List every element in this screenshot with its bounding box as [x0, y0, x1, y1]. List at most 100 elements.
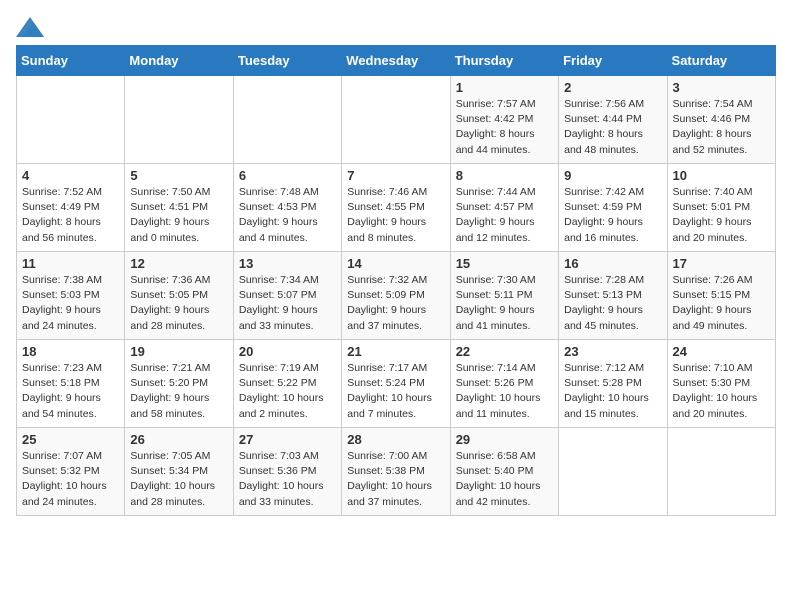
day-number: 6	[239, 168, 336, 183]
column-header-wednesday: Wednesday	[342, 46, 450, 76]
day-number: 27	[239, 432, 336, 447]
day-info: Sunrise: 7:32 AM Sunset: 5:09 PM Dayligh…	[347, 273, 444, 334]
day-number: 20	[239, 344, 336, 359]
day-number: 2	[564, 80, 661, 95]
day-number: 26	[130, 432, 227, 447]
day-info: Sunrise: 7:56 AM Sunset: 4:44 PM Dayligh…	[564, 97, 661, 158]
calendar-cell: 12 Sunrise: 7:36 AM Sunset: 5:05 PM Dayli…	[125, 252, 233, 340]
calendar-cell: 4 Sunrise: 7:52 AM Sunset: 4:49 PM Daylig…	[17, 164, 125, 252]
calendar-cell: 17 Sunrise: 7:26 AM Sunset: 5:15 PM Dayli…	[667, 252, 775, 340]
day-info: Sunrise: 7:48 AM Sunset: 4:53 PM Dayligh…	[239, 185, 336, 246]
day-number: 19	[130, 344, 227, 359]
column-header-monday: Monday	[125, 46, 233, 76]
day-info: Sunrise: 7:21 AM Sunset: 5:20 PM Dayligh…	[130, 361, 227, 422]
day-info: Sunrise: 7:34 AM Sunset: 5:07 PM Dayligh…	[239, 273, 336, 334]
calendar-cell	[233, 76, 341, 164]
day-info: Sunrise: 7:30 AM Sunset: 5:11 PM Dayligh…	[456, 273, 553, 334]
calendar-cell: 23 Sunrise: 7:12 AM Sunset: 5:28 PM Dayli…	[559, 340, 667, 428]
day-info: Sunrise: 7:19 AM Sunset: 5:22 PM Dayligh…	[239, 361, 336, 422]
calendar-cell: 22 Sunrise: 7:14 AM Sunset: 5:26 PM Dayli…	[450, 340, 558, 428]
day-info: Sunrise: 7:07 AM Sunset: 5:32 PM Dayligh…	[22, 449, 119, 510]
day-info: Sunrise: 7:28 AM Sunset: 5:13 PM Dayligh…	[564, 273, 661, 334]
day-info: Sunrise: 7:52 AM Sunset: 4:49 PM Dayligh…	[22, 185, 119, 246]
calendar-cell: 10 Sunrise: 7:40 AM Sunset: 5:01 PM Dayli…	[667, 164, 775, 252]
day-number: 21	[347, 344, 444, 359]
day-info: Sunrise: 7:23 AM Sunset: 5:18 PM Dayligh…	[22, 361, 119, 422]
day-number: 16	[564, 256, 661, 271]
column-header-tuesday: Tuesday	[233, 46, 341, 76]
day-number: 8	[456, 168, 553, 183]
day-number: 15	[456, 256, 553, 271]
day-number: 11	[22, 256, 119, 271]
day-info: Sunrise: 7:03 AM Sunset: 5:36 PM Dayligh…	[239, 449, 336, 510]
calendar-cell: 25 Sunrise: 7:07 AM Sunset: 5:32 PM Dayli…	[17, 428, 125, 516]
calendar-cell: 11 Sunrise: 7:38 AM Sunset: 5:03 PM Dayli…	[17, 252, 125, 340]
day-info: Sunrise: 7:40 AM Sunset: 5:01 PM Dayligh…	[673, 185, 770, 246]
calendar-cell	[342, 76, 450, 164]
column-header-friday: Friday	[559, 46, 667, 76]
day-info: Sunrise: 7:26 AM Sunset: 5:15 PM Dayligh…	[673, 273, 770, 334]
day-number: 22	[456, 344, 553, 359]
column-header-saturday: Saturday	[667, 46, 775, 76]
calendar-cell: 8 Sunrise: 7:44 AM Sunset: 4:57 PM Daylig…	[450, 164, 558, 252]
day-info: Sunrise: 7:17 AM Sunset: 5:24 PM Dayligh…	[347, 361, 444, 422]
day-info: Sunrise: 7:14 AM Sunset: 5:26 PM Dayligh…	[456, 361, 553, 422]
day-info: Sunrise: 7:42 AM Sunset: 4:59 PM Dayligh…	[564, 185, 661, 246]
day-info: Sunrise: 7:00 AM Sunset: 5:38 PM Dayligh…	[347, 449, 444, 510]
day-number: 25	[22, 432, 119, 447]
calendar-cell: 1Sunrise: 7:57 AM Sunset: 4:42 PM Daylig…	[450, 76, 558, 164]
day-info: Sunrise: 7:12 AM Sunset: 5:28 PM Dayligh…	[564, 361, 661, 422]
calendar-body: 1Sunrise: 7:57 AM Sunset: 4:42 PM Daylig…	[17, 76, 776, 516]
day-number: 24	[673, 344, 770, 359]
day-info: Sunrise: 7:50 AM Sunset: 4:51 PM Dayligh…	[130, 185, 227, 246]
calendar-cell: 2 Sunrise: 7:56 AM Sunset: 4:44 PM Daylig…	[559, 76, 667, 164]
day-number: 23	[564, 344, 661, 359]
day-number: 3	[673, 80, 770, 95]
day-number: 14	[347, 256, 444, 271]
week-row-3: 11 Sunrise: 7:38 AM Sunset: 5:03 PM Dayli…	[17, 252, 776, 340]
calendar-cell: 3 Sunrise: 7:54 AM Sunset: 4:46 PM Daylig…	[667, 76, 775, 164]
calendar-cell: 7Sunrise: 7:46 AM Sunset: 4:55 PM Daylig…	[342, 164, 450, 252]
calendar-cell: 5 Sunrise: 7:50 AM Sunset: 4:51 PM Daylig…	[125, 164, 233, 252]
day-number: 18	[22, 344, 119, 359]
calendar-cell	[667, 428, 775, 516]
day-number: 7	[347, 168, 444, 183]
calendar-cell: 14 Sunrise: 7:32 AM Sunset: 5:09 PM Dayli…	[342, 252, 450, 340]
day-info: Sunrise: 7:38 AM Sunset: 5:03 PM Dayligh…	[22, 273, 119, 334]
day-number: 17	[673, 256, 770, 271]
column-header-thursday: Thursday	[450, 46, 558, 76]
day-info: Sunrise: 7:05 AM Sunset: 5:34 PM Dayligh…	[130, 449, 227, 510]
day-number: 13	[239, 256, 336, 271]
logo-icon	[16, 17, 44, 37]
day-info: Sunrise: 7:36 AM Sunset: 5:05 PM Dayligh…	[130, 273, 227, 334]
calendar-cell: 29 Sunrise: 6:58 AM Sunset: 5:40 PM Dayli…	[450, 428, 558, 516]
calendar-header-row: SundayMondayTuesdayWednesdayThursdayFrid…	[17, 46, 776, 76]
calendar-cell: 18 Sunrise: 7:23 AM Sunset: 5:18 PM Dayli…	[17, 340, 125, 428]
day-info: Sunrise: 7:54 AM Sunset: 4:46 PM Dayligh…	[673, 97, 770, 158]
calendar-table: SundayMondayTuesdayWednesdayThursdayFrid…	[16, 45, 776, 516]
day-number: 1	[456, 80, 553, 95]
calendar-cell: 26 Sunrise: 7:05 AM Sunset: 5:34 PM Dayli…	[125, 428, 233, 516]
day-number: 10	[673, 168, 770, 183]
day-number: 28	[347, 432, 444, 447]
day-number: 12	[130, 256, 227, 271]
week-row-2: 4 Sunrise: 7:52 AM Sunset: 4:49 PM Daylig…	[17, 164, 776, 252]
week-row-4: 18 Sunrise: 7:23 AM Sunset: 5:18 PM Dayli…	[17, 340, 776, 428]
calendar-cell: 16 Sunrise: 7:28 AM Sunset: 5:13 PM Dayli…	[559, 252, 667, 340]
day-number: 9	[564, 168, 661, 183]
calendar-cell: 28 Sunrise: 7:00 AM Sunset: 5:38 PM Dayli…	[342, 428, 450, 516]
calendar-cell	[559, 428, 667, 516]
calendar-cell: 6 Sunrise: 7:48 AM Sunset: 4:53 PM Daylig…	[233, 164, 341, 252]
day-info: Sunrise: 7:44 AM Sunset: 4:57 PM Dayligh…	[456, 185, 553, 246]
calendar-cell: 13 Sunrise: 7:34 AM Sunset: 5:07 PM Dayli…	[233, 252, 341, 340]
logo	[16, 16, 48, 37]
calendar-cell: 24Sunrise: 7:10 AM Sunset: 5:30 PM Dayli…	[667, 340, 775, 428]
column-header-sunday: Sunday	[17, 46, 125, 76]
day-info: Sunrise: 6:58 AM Sunset: 5:40 PM Dayligh…	[456, 449, 553, 510]
calendar-cell	[17, 76, 125, 164]
day-number: 5	[130, 168, 227, 183]
day-number: 29	[456, 432, 553, 447]
day-number: 4	[22, 168, 119, 183]
week-row-5: 25 Sunrise: 7:07 AM Sunset: 5:32 PM Dayli…	[17, 428, 776, 516]
calendar-cell	[125, 76, 233, 164]
